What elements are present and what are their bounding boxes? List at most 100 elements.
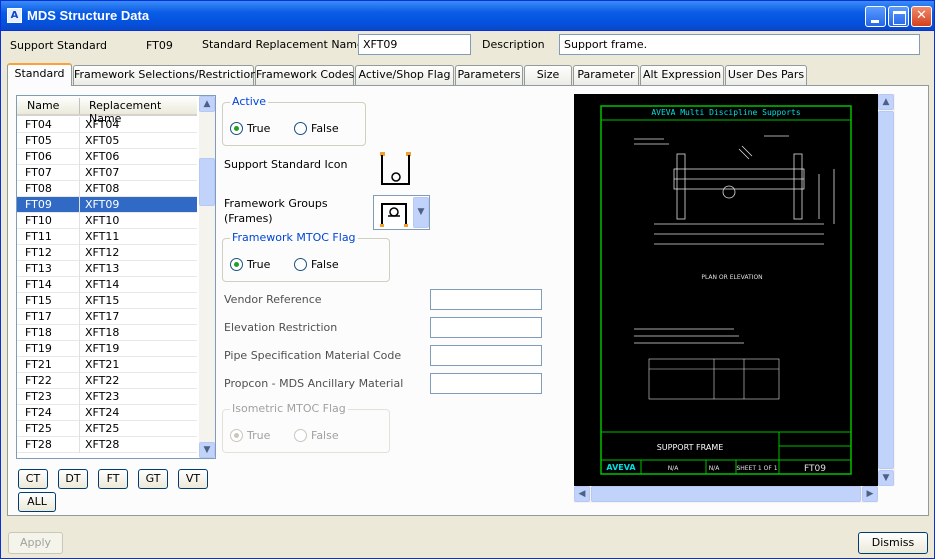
row-replacement-name: XFT10 — [85, 214, 120, 227]
minimize-button[interactable] — [865, 6, 886, 27]
elevation-restriction-field[interactable] — [430, 317, 542, 338]
mtoc-false-radio[interactable] — [294, 258, 307, 271]
tab-parameters[interactable]: Parameters — [455, 65, 523, 85]
row-replacement-name: XFT23 — [85, 390, 120, 403]
support-standard-list[interactable]: Name Replacement Name FT04 XFT04 FT05 XFT05… — [16, 95, 216, 459]
row-name: FT28 — [25, 438, 52, 451]
preview-scroll-right-icon[interactable]: ▶ — [862, 486, 878, 502]
description-label: Description — [482, 38, 545, 51]
tab-user-des-pars[interactable]: User Des Pars — [725, 65, 807, 85]
support-standard-icon — [380, 152, 411, 185]
row-replacement-name: XFT08 — [85, 182, 120, 195]
vendor-reference-label: Vendor Reference — [224, 293, 322, 306]
row-name: FT21 — [25, 358, 52, 371]
preview-scroll-down-icon[interactable]: ▼ — [878, 470, 894, 486]
table-row[interactable]: FT14 XFT14 — [17, 277, 197, 293]
table-row[interactable]: FT08 XFT08 — [17, 181, 197, 197]
active-group: Active True False — [222, 95, 366, 146]
table-row[interactable]: FT15 XFT15 — [17, 293, 197, 309]
column-name[interactable]: Name — [27, 99, 59, 112]
active-false-radio[interactable] — [294, 122, 307, 135]
tab-framework-selections[interactable]: Framework Selections/Restrictions — [73, 65, 263, 85]
row-name: FT07 — [25, 166, 52, 179]
table-row[interactable]: FT25 XFT25 — [17, 421, 197, 437]
tab-active-shop-flag[interactable]: Active/Shop Flag — [355, 65, 454, 85]
row-replacement-name: XFT12 — [85, 246, 120, 259]
preview-scroll-up-icon[interactable]: ▲ — [878, 94, 894, 110]
table-row[interactable]: FT05 XFT05 — [17, 133, 197, 149]
propcon-field[interactable] — [430, 373, 542, 394]
framework-groups-dropdown[interactable]: ▼ — [373, 195, 430, 230]
replacement-name-field[interactable]: XFT09 — [358, 34, 471, 55]
mtoc-false-label: False — [311, 258, 339, 271]
vendor-reference-field[interactable] — [430, 289, 542, 310]
active-true-radio[interactable] — [230, 122, 243, 135]
table-row[interactable]: FT12 XFT12 — [17, 245, 197, 261]
drawing-sheet: SHEET 1 OF 1 — [736, 465, 777, 472]
scroll-thumb[interactable] — [199, 158, 215, 206]
drawing-title-block: SUPPORT FRAME — [657, 443, 724, 452]
pipe-spec-field[interactable] — [430, 345, 542, 366]
row-replacement-name: XFT18 — [85, 326, 120, 339]
filter-ft-button[interactable]: FT — [98, 469, 128, 489]
row-name: FT19 — [25, 342, 52, 355]
active-true-label: True — [247, 122, 271, 135]
drawing-na-1: N/A — [668, 465, 680, 472]
iso-group-title: Isometric MTOC Flag — [230, 402, 348, 415]
mtoc-true-radio[interactable] — [230, 258, 243, 271]
frame-icon — [380, 203, 408, 227]
preview-hscroll-thumb[interactable] — [591, 486, 861, 502]
tab-parameter[interactable]: Parameter — [573, 65, 639, 85]
tab-alt-expression[interactable]: Alt Expression — [640, 65, 724, 85]
list-scrollbar[interactable]: ▲ ▼ — [199, 96, 215, 458]
apply-button[interactable]: Apply — [8, 532, 63, 554]
chevron-down-icon[interactable]: ▼ — [413, 197, 429, 228]
filter-gt-button[interactable]: GT — [138, 469, 168, 489]
table-row[interactable]: FT04 XFT04 — [17, 117, 197, 133]
preview-horizontal-scrollbar[interactable]: ◀ ▶ — [574, 486, 878, 503]
description-field[interactable]: Support frame. — [559, 34, 920, 55]
tab-standard[interactable]: Standard — [7, 63, 72, 86]
row-name: FT11 — [25, 230, 52, 243]
row-replacement-name: XFT17 — [85, 310, 120, 323]
table-row[interactable]: FT21 XFT21 — [17, 357, 197, 373]
table-row[interactable]: FT10 XFT10 — [17, 213, 197, 229]
table-row[interactable]: FT18 XFT18 — [17, 325, 197, 341]
active-group-title: Active — [230, 95, 269, 108]
mtoc-true-label: True — [247, 258, 271, 271]
scroll-down-icon[interactable]: ▼ — [199, 442, 215, 458]
support-standard-label: Support Standard — [10, 39, 108, 52]
row-name: FT05 — [25, 134, 52, 147]
table-row[interactable]: FT11 XFT11 — [17, 229, 197, 245]
row-name: FT15 — [25, 294, 52, 307]
table-row[interactable]: FT13 XFT13 — [17, 261, 197, 277]
filter-all-button[interactable]: ALL — [18, 492, 56, 512]
list-header: Name Replacement Name — [17, 96, 197, 125]
title-bar[interactable]: A MDS Structure Data — [1, 1, 934, 31]
drawing-preview[interactable]: AVEVA Multi Discipline Supports PLAN OR … — [574, 94, 878, 499]
dismiss-button[interactable]: Dismiss — [858, 532, 928, 554]
tab-framework-codes[interactable]: Framework Codes — [255, 65, 354, 85]
table-row[interactable]: FT24 XFT24 — [17, 405, 197, 421]
row-replacement-name: XFT13 — [85, 262, 120, 275]
table-row[interactable]: FT19 XFT19 — [17, 341, 197, 357]
tab-size[interactable]: Size — [524, 65, 572, 85]
table-row[interactable]: FT23 XFT23 — [17, 389, 197, 405]
filter-vt-button[interactable]: VT — [178, 469, 208, 489]
scroll-up-icon[interactable]: ▲ — [199, 96, 215, 112]
drawing-logo: AVEVA — [606, 463, 636, 472]
table-row[interactable]: FT07 XFT07 — [17, 165, 197, 181]
table-row[interactable]: FT17 XFT17 — [17, 309, 197, 325]
maximize-button[interactable] — [888, 6, 909, 27]
close-button[interactable] — [911, 6, 932, 27]
table-row[interactable]: FT09 XFT09 — [17, 197, 197, 213]
preview-scroll-left-icon[interactable]: ◀ — [574, 486, 590, 502]
table-row[interactable]: FT06 XFT06 — [17, 149, 197, 165]
preview-vscroll-thumb[interactable] — [878, 111, 894, 469]
row-name: FT25 — [25, 422, 52, 435]
preview-vertical-scrollbar[interactable]: ▲ ▼ — [878, 94, 895, 486]
table-row[interactable]: FT28 XFT28 — [17, 437, 197, 453]
filter-ct-button[interactable]: CT — [18, 469, 48, 489]
filter-dt-button[interactable]: DT — [58, 469, 88, 489]
table-row[interactable]: FT22 XFT22 — [17, 373, 197, 389]
